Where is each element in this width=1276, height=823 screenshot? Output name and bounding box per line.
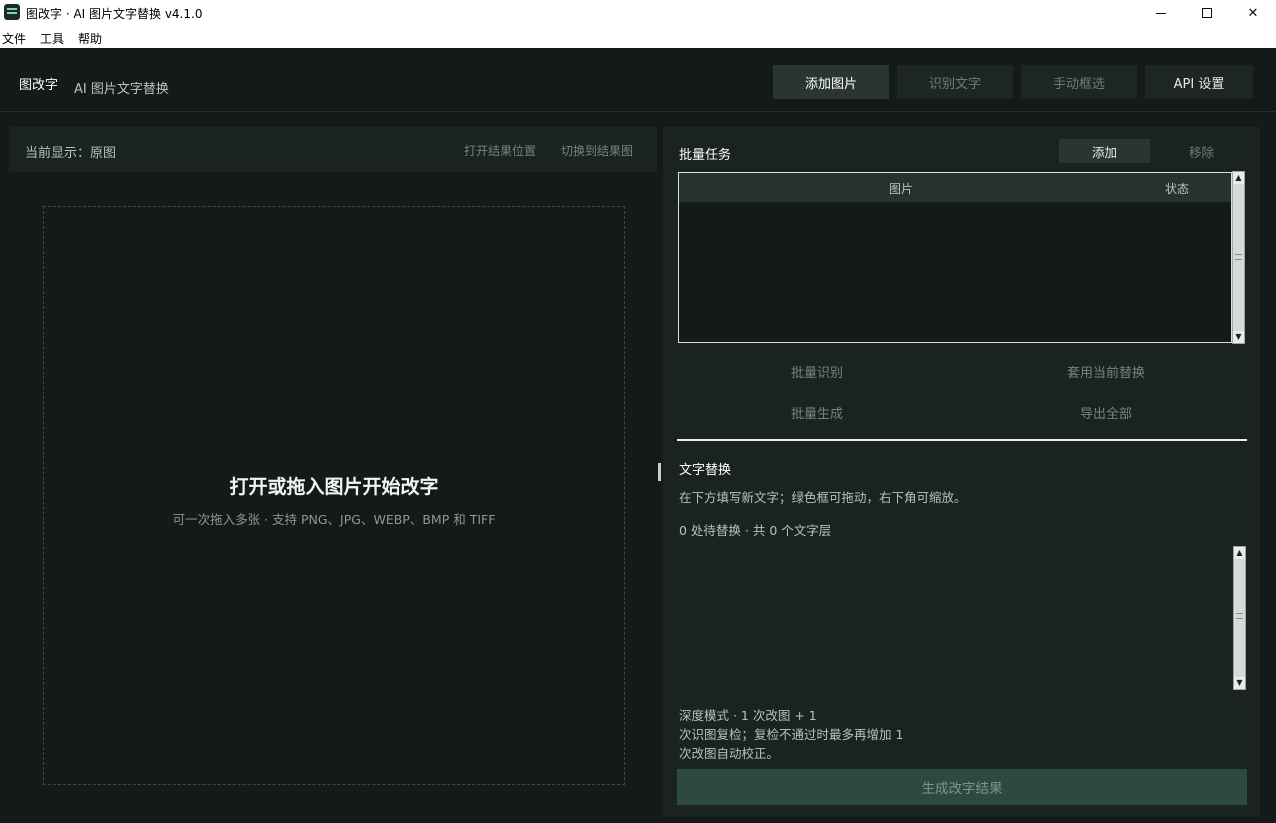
window-title: 图改字 · AI 图片文字替换 v4.1.0 bbox=[26, 7, 203, 21]
brand-name: 图改字 bbox=[19, 78, 59, 93]
column-status[interactable]: 状态 bbox=[1165, 180, 1189, 197]
image-dropzone[interactable]: 打开或拖入图片开始改字 可一次拖入多张 · 支持 PNG、JPG、WEBP、BM… bbox=[43, 206, 625, 785]
close-button[interactable]: ✕ bbox=[1230, 0, 1276, 26]
menu-bar: 文件 工具 帮助 bbox=[0, 26, 1276, 48]
menu-help[interactable]: 帮助 bbox=[78, 30, 102, 47]
dropzone-title: 打开或拖入图片开始改字 bbox=[229, 476, 439, 498]
batch-generate-button[interactable]: 批量生成 bbox=[791, 403, 843, 422]
title-bar: 图改字 · AI 图片文字替换 v4.1.0 ✕ bbox=[0, 0, 1276, 26]
mode-description-line-2: 次识图复检；复检不通过时最多再增加 1 bbox=[679, 727, 904, 742]
text-layer-scrollbar[interactable]: ▲ ▼ bbox=[1233, 546, 1246, 690]
column-image[interactable]: 图片 bbox=[889, 180, 913, 197]
current-display-label: 当前显示：原图 bbox=[25, 146, 117, 161]
batch-remove-button[interactable]: 移除 bbox=[1156, 139, 1247, 163]
scroll-up-icon[interactable]: ▲ bbox=[1234, 547, 1245, 559]
switch-to-result-link[interactable]: 切换到结果图 bbox=[561, 142, 633, 159]
add-image-button[interactable]: 添加图片 bbox=[773, 65, 889, 99]
table-scrollbar[interactable]: ▲ ▼ bbox=[1232, 171, 1245, 344]
replace-count: 0 处待替换 · 共 0 个文字层 bbox=[679, 523, 832, 538]
scroll-down-icon[interactable]: ▼ bbox=[1234, 677, 1245, 689]
open-result-location-link[interactable]: 打开结果位置 bbox=[464, 142, 536, 159]
mode-description-line-3: 次改图自动校正。 bbox=[679, 746, 780, 761]
panel-splitter[interactable] bbox=[658, 463, 661, 481]
maximize-icon bbox=[1202, 8, 1212, 18]
app-icon bbox=[4, 4, 20, 20]
scroll-up-icon[interactable]: ▲ bbox=[1233, 172, 1244, 184]
scroll-grip[interactable] bbox=[1235, 254, 1242, 260]
batch-tasks-title: 批量任务 bbox=[679, 148, 732, 163]
text-replace-title: 文字替换 bbox=[679, 463, 732, 478]
menu-tools[interactable]: 工具 bbox=[40, 30, 64, 47]
scroll-down-icon[interactable]: ▼ bbox=[1233, 331, 1244, 343]
preview-header: 当前显示：原图 打开结果位置 切换到结果图 bbox=[9, 127, 657, 172]
batch-task-table[interactable]: 图片 状态 bbox=[678, 172, 1232, 343]
app-header: 图改字 AI 图片文字替换 添加图片 识别文字 手动框选 API 设置 bbox=[0, 48, 1276, 112]
batch-add-button[interactable]: 添加 bbox=[1059, 139, 1150, 163]
manual-select-button[interactable]: 手动框选 bbox=[1021, 65, 1137, 99]
mode-description-line-1: 深度模式 · 1 次改图 + 1 bbox=[679, 708, 817, 723]
side-panel: 批量任务 添加 移除 图片 状态 ▲ ▼ 批量识别 套用当前替换 批量生成 导出… bbox=[663, 127, 1260, 817]
replace-hint: 在下方填写新文字；绿色框可拖动，右下角可缩放。 bbox=[679, 490, 967, 505]
table-header: 图片 状态 bbox=[679, 173, 1231, 202]
close-icon: ✕ bbox=[1247, 5, 1259, 21]
scroll-grip[interactable] bbox=[1236, 613, 1243, 619]
apply-current-replace-button[interactable]: 套用当前替换 bbox=[1067, 362, 1145, 381]
dropzone-subtitle: 可一次拖入多张 · 支持 PNG、JPG、WEBP、BMP 和 TIFF bbox=[172, 512, 496, 527]
export-all-button[interactable]: 导出全部 bbox=[1080, 403, 1132, 422]
api-settings-button[interactable]: API 设置 bbox=[1145, 65, 1253, 99]
batch-recognize-button[interactable]: 批量识别 bbox=[791, 362, 843, 381]
minimize-icon bbox=[1156, 12, 1166, 14]
maximize-button[interactable] bbox=[1184, 0, 1230, 26]
section-divider bbox=[677, 439, 1247, 441]
menu-file[interactable]: 文件 bbox=[2, 30, 26, 47]
app-subtitle: AI 图片文字替换 bbox=[74, 82, 169, 97]
generate-result-button[interactable]: 生成改字结果 bbox=[677, 769, 1247, 805]
preview-panel: 当前显示：原图 打开结果位置 切换到结果图 打开或拖入图片开始改字 可一次拖入多… bbox=[9, 127, 657, 815]
recognize-text-button[interactable]: 识别文字 bbox=[897, 65, 1013, 99]
minimize-button[interactable] bbox=[1138, 0, 1184, 26]
